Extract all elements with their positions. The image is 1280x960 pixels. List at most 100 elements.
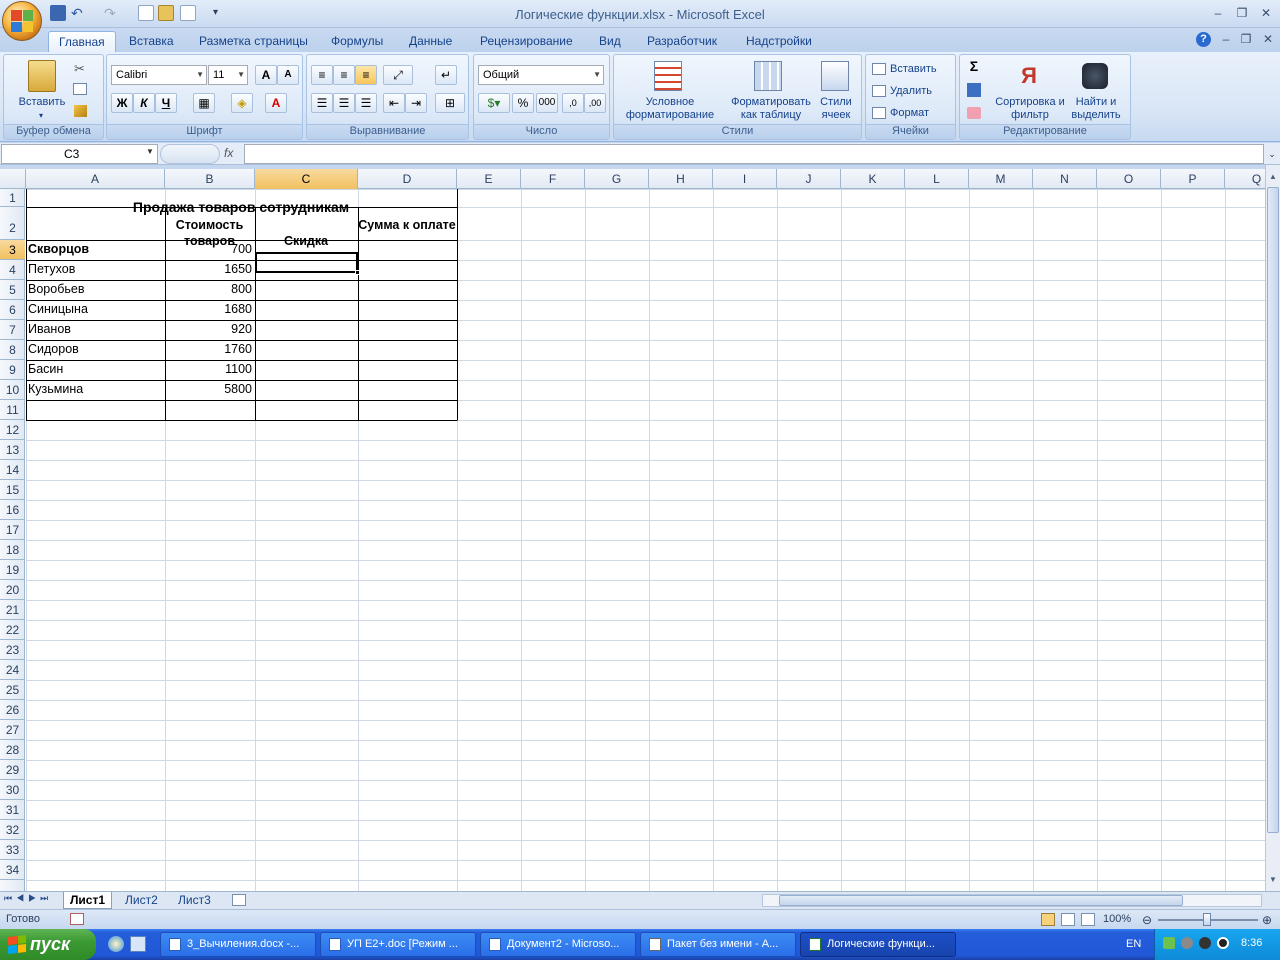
row-header[interactable]: 26 bbox=[0, 700, 25, 720]
sort-filter-button[interactable]: Сортировка и фильтр bbox=[994, 96, 1066, 122]
column-header[interactable]: L bbox=[905, 169, 969, 189]
taskbar-item-1[interactable]: 3_Вычиления.docx -... bbox=[160, 932, 316, 957]
align-right-icon[interactable]: ☰ bbox=[355, 93, 377, 113]
macro-record-icon[interactable] bbox=[70, 913, 84, 925]
value-cell[interactable]: 1650 bbox=[165, 262, 252, 276]
column-header[interactable]: B bbox=[165, 169, 255, 189]
row-header[interactable]: 31 bbox=[0, 800, 25, 820]
fill-down-icon[interactable] bbox=[967, 83, 981, 97]
insert-cells-button[interactable]: Вставить bbox=[890, 63, 950, 76]
tab-view[interactable]: Вид bbox=[589, 31, 631, 52]
column-header[interactable]: N bbox=[1033, 169, 1097, 189]
taskbar-item-3[interactable]: Документ2 - Microso... bbox=[480, 932, 636, 957]
row-header[interactable]: 20 bbox=[0, 580, 25, 600]
row-header[interactable]: 23 bbox=[0, 640, 25, 660]
row-header[interactable]: 33 bbox=[0, 840, 25, 860]
tray-icon-4[interactable] bbox=[1217, 937, 1229, 949]
help-icon[interactable]: ? bbox=[1196, 32, 1211, 47]
horizontal-scrollbar[interactable] bbox=[762, 894, 1262, 907]
value-cell[interactable]: 1680 bbox=[165, 302, 252, 316]
scroll-down-icon[interactable]: ▼ bbox=[1266, 873, 1280, 887]
format-as-table-button[interactable]: Форматировать как таблицу bbox=[722, 96, 820, 122]
row-header[interactable]: 27 bbox=[0, 720, 25, 740]
expand-formula-icon[interactable]: ⌄ bbox=[1265, 145, 1279, 163]
value-cell[interactable]: 920 bbox=[165, 322, 252, 336]
name-cell[interactable]: Иванов bbox=[28, 322, 162, 336]
insert-function-button[interactable]: fx bbox=[224, 146, 233, 160]
tab-home[interactable]: Главная bbox=[48, 31, 116, 52]
column-header[interactable]: J bbox=[777, 169, 841, 189]
zoom-level[interactable]: 100% bbox=[1103, 913, 1131, 925]
quicklaunch-desktop-icon[interactable] bbox=[130, 936, 146, 952]
clear-eraser-icon[interactable] bbox=[967, 107, 981, 119]
row-header[interactable]: 32 bbox=[0, 820, 25, 840]
sheet-tab-3[interactable]: Лист3 bbox=[172, 892, 217, 909]
align-center-icon[interactable]: ☰ bbox=[333, 93, 355, 113]
column-header[interactable]: O bbox=[1097, 169, 1161, 189]
column-header[interactable]: G bbox=[585, 169, 649, 189]
tab-insert[interactable]: Вставка bbox=[119, 31, 184, 52]
underline-button[interactable]: Ч bbox=[155, 93, 177, 113]
sheet-tab-2[interactable]: Лист2 bbox=[119, 892, 164, 909]
row-header[interactable]: 2 bbox=[0, 207, 25, 240]
doc-minimize-button[interactable]: – bbox=[1216, 32, 1236, 46]
row-header[interactable]: 10 bbox=[0, 380, 25, 400]
row-header[interactable]: 7 bbox=[0, 320, 25, 340]
name-cell[interactable]: Басин bbox=[28, 362, 162, 376]
tray-icon-1[interactable] bbox=[1163, 937, 1175, 949]
copy-icon[interactable] bbox=[73, 83, 87, 95]
row-header[interactable]: 16 bbox=[0, 500, 25, 520]
italic-button[interactable]: К bbox=[133, 93, 155, 113]
bold-button[interactable]: Ж bbox=[111, 93, 133, 113]
insert-sheet-icon[interactable] bbox=[232, 894, 246, 906]
worksheet-grid[interactable]: ABCDEFGHIJKLMNOPQ 1 2 3 4 5 6 7 8 9 10 11 12 13 14 15 1… bbox=[0, 169, 1265, 891]
thousands-button[interactable]: 000 bbox=[536, 93, 558, 113]
name-cell[interactable]: Кузьмина bbox=[28, 382, 162, 396]
column-header[interactable]: H bbox=[649, 169, 713, 189]
restore-button[interactable]: ❐ bbox=[1232, 6, 1252, 20]
autosum-button[interactable]: Σ bbox=[966, 59, 982, 73]
format-painter-icon[interactable] bbox=[74, 105, 87, 117]
cell-styles-button[interactable]: Стили ячеек bbox=[816, 96, 856, 122]
value-cell[interactable]: 700 bbox=[165, 242, 252, 256]
align-left-icon[interactable]: ☰ bbox=[311, 93, 333, 113]
taskbar-item-5[interactable]: Логические функци... bbox=[800, 932, 956, 957]
row-header[interactable]: 3 bbox=[0, 240, 25, 260]
orientation-icon[interactable]: ⤢ bbox=[383, 65, 413, 85]
tab-addins[interactable]: Надстройки bbox=[736, 31, 822, 52]
tab-formulas[interactable]: Формулы bbox=[321, 31, 393, 52]
borders-icon[interactable]: ▦ bbox=[193, 93, 215, 113]
row-header[interactable]: 19 bbox=[0, 560, 25, 580]
font-size-combo[interactable]: 11 ▼ bbox=[208, 65, 248, 85]
row-header[interactable]: 9 bbox=[0, 360, 25, 380]
name-box-dropdown-icon[interactable]: ▼ bbox=[146, 147, 154, 156]
column-header[interactable]: M bbox=[969, 169, 1033, 189]
doc-restore-button[interactable]: ❐ bbox=[1236, 32, 1256, 46]
horizontal-scroll-thumb[interactable] bbox=[779, 895, 1183, 906]
value-cell[interactable]: 1760 bbox=[165, 342, 252, 356]
row-header[interactable]: 13 bbox=[0, 440, 25, 460]
paste-dropdown-icon[interactable]: ▾ bbox=[34, 109, 48, 122]
row-header[interactable]: 29 bbox=[0, 760, 25, 780]
row-header[interactable]: 12 bbox=[0, 420, 25, 440]
decrease-indent-icon[interactable]: ⇤ bbox=[383, 93, 405, 113]
sheet-tab-1[interactable]: Лист1 bbox=[63, 892, 113, 909]
increase-indent-icon[interactable]: ⇥ bbox=[405, 93, 427, 113]
select-all-corner[interactable] bbox=[0, 169, 26, 189]
row-header[interactable]: 24 bbox=[0, 660, 25, 680]
percent-button[interactable]: % bbox=[512, 93, 534, 113]
conditional-formatting-button[interactable]: Условное форматирование bbox=[616, 96, 724, 122]
column-header[interactable]: E bbox=[457, 169, 521, 189]
row-header[interactable]: 15 bbox=[0, 480, 25, 500]
name-cell[interactable]: Синицына bbox=[28, 302, 162, 316]
name-cell[interactable]: Петухов bbox=[28, 262, 162, 276]
column-header[interactable]: A bbox=[26, 169, 165, 189]
quicklaunch-browser-icon[interactable] bbox=[108, 936, 124, 952]
row-header[interactable]: 22 bbox=[0, 620, 25, 640]
column-header[interactable]: P bbox=[1161, 169, 1225, 189]
formula-input[interactable] bbox=[244, 144, 1264, 164]
header-total-cell[interactable]: Сумма к оплате bbox=[358, 217, 456, 250]
name-cell[interactable]: Сидоров bbox=[28, 342, 162, 356]
page-layout-view-icon[interactable] bbox=[1061, 913, 1075, 926]
taskbar-item-4[interactable]: Пакет без имени - А... bbox=[640, 932, 796, 957]
